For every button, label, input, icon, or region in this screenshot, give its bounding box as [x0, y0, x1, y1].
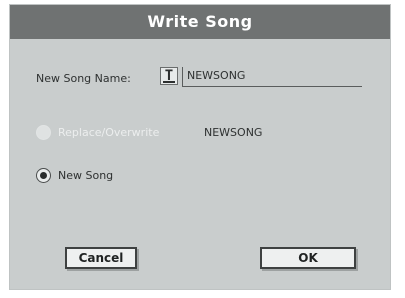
song-name-label: New Song Name: — [36, 72, 131, 85]
song-name-field[interactable]: NEWSONG — [182, 67, 362, 87]
radio-selected-dot — [40, 172, 47, 179]
new-song-option[interactable]: New Song — [36, 166, 366, 186]
dialog-title: Write Song — [10, 5, 390, 39]
replace-overwrite-label: Replace/Overwrite — [58, 126, 160, 139]
replace-overwrite-option: Replace/Overwrite NEWSONG — [36, 123, 366, 143]
ok-button[interactable]: OK — [260, 247, 356, 269]
replace-target-song-name: NEWSONG — [204, 126, 263, 139]
cancel-button[interactable]: Cancel — [65, 247, 137, 269]
text-edit-button[interactable]: T — [160, 67, 178, 85]
new-song-label[interactable]: New Song — [58, 169, 113, 182]
text-cursor-underline — [163, 81, 175, 83]
new-song-radio[interactable] — [36, 168, 51, 183]
write-song-dialog: Write Song New Song Name: T NEWSONG Repl… — [9, 4, 391, 290]
replace-overwrite-radio — [36, 125, 51, 140]
song-name-row: New Song Name: T NEWSONG — [36, 65, 376, 91]
